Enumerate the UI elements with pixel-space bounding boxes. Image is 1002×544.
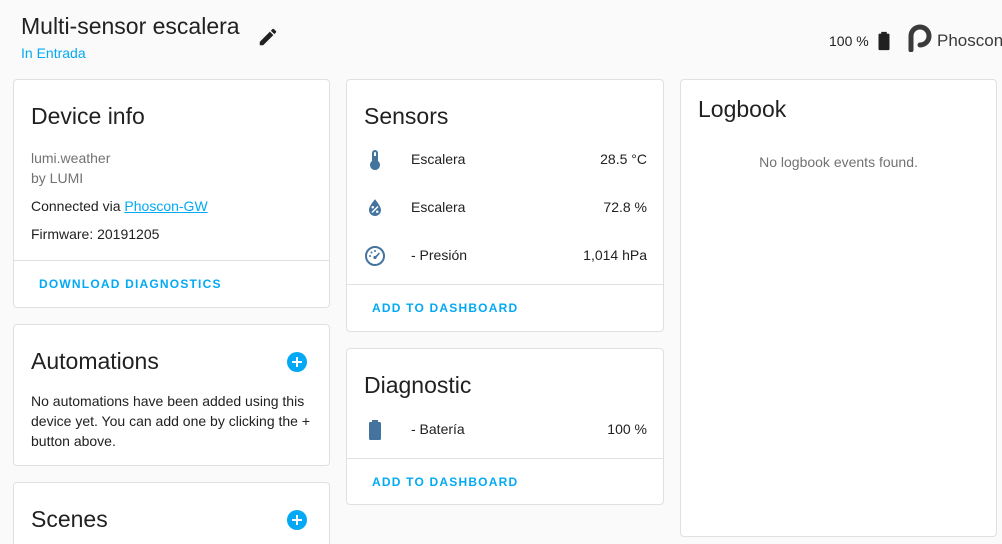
sensor-name: - Presión [411,247,468,263]
firmware-version: Firmware: 20191205 [31,226,160,242]
download-diagnostics-button[interactable]: DOWNLOAD DIAGNOSTICS [39,277,222,291]
diagnostic-value: 100 % [607,421,647,437]
sensor-name: Escalera [411,151,466,167]
battery-level: 100 % [829,33,869,49]
card-divider [347,458,663,459]
logbook-empty-text: No logbook events found. [759,154,918,170]
device-info-card: Device info lumi.weather by LUMI Connect… [13,79,330,308]
water-percent-icon [369,199,381,216]
pencil-icon[interactable] [257,26,279,48]
sensor-value: 72.8 % [603,199,647,215]
battery-status: 100 % [829,29,895,53]
sensor-row[interactable]: Escalera 28.5 °C [347,136,663,184]
sensor-row[interactable]: - Presión 1,014 hPa [347,232,663,280]
scenes-title: Scenes [31,506,108,532]
automations-card: Automations No automations have been add… [13,324,330,466]
card-divider [347,284,663,285]
brand-logo: Phoscon [905,22,1002,52]
scenes-card: Scenes [13,482,330,544]
device-info-title: Device info [31,103,145,129]
device-model: lumi.weather [31,150,111,166]
sensor-name: Escalera [411,199,466,215]
sensors-card: Sensors Escalera 28.5 °C Escalera 72.8 %… [346,79,664,332]
connected-via: Connected via Phoscon-GW [31,198,208,214]
automations-title: Automations [31,348,159,374]
sensor-value: 1,014 hPa [583,247,647,263]
sensor-value: 28.5 °C [600,151,647,167]
phoscon-logo-icon [908,24,932,52]
add-to-dashboard-button[interactable]: ADD TO DASHBOARD [372,475,518,489]
logbook-title: Logbook [698,96,787,122]
diagnostic-row[interactable]: - Batería 100 % [347,406,663,454]
diagnostic-name: - Batería [411,421,465,437]
battery-icon [369,420,381,440]
thermometer-icon [370,150,380,170]
device-manufacturer: by LUMI [31,170,84,186]
sensors-title: Sensors [364,103,449,129]
add-to-dashboard-button[interactable]: ADD TO DASHBOARD [372,301,518,315]
gauge-icon [365,246,385,266]
card-divider [14,260,329,261]
connected-via-label: Connected via [31,198,125,214]
automations-empty-text: No automations have been added using thi… [31,393,311,449]
sensor-row[interactable]: Escalera 72.8 % [347,184,663,232]
diagnostic-title: Diagnostic [364,372,472,398]
area-link[interactable]: In Entrada [21,45,86,61]
add-automation-button[interactable] [287,352,307,372]
page-title: Multi-sensor escalera [21,13,240,39]
diagnostic-card: Diagnostic - Batería 100 % ADD TO DASHBO… [346,348,664,505]
brand-name: Phoscon [937,31,1002,50]
battery-icon [878,31,890,51]
connected-via-link[interactable]: Phoscon-GW [124,198,207,214]
add-scene-button[interactable] [287,510,307,530]
logbook-card: Logbook No logbook events found. [680,79,997,537]
